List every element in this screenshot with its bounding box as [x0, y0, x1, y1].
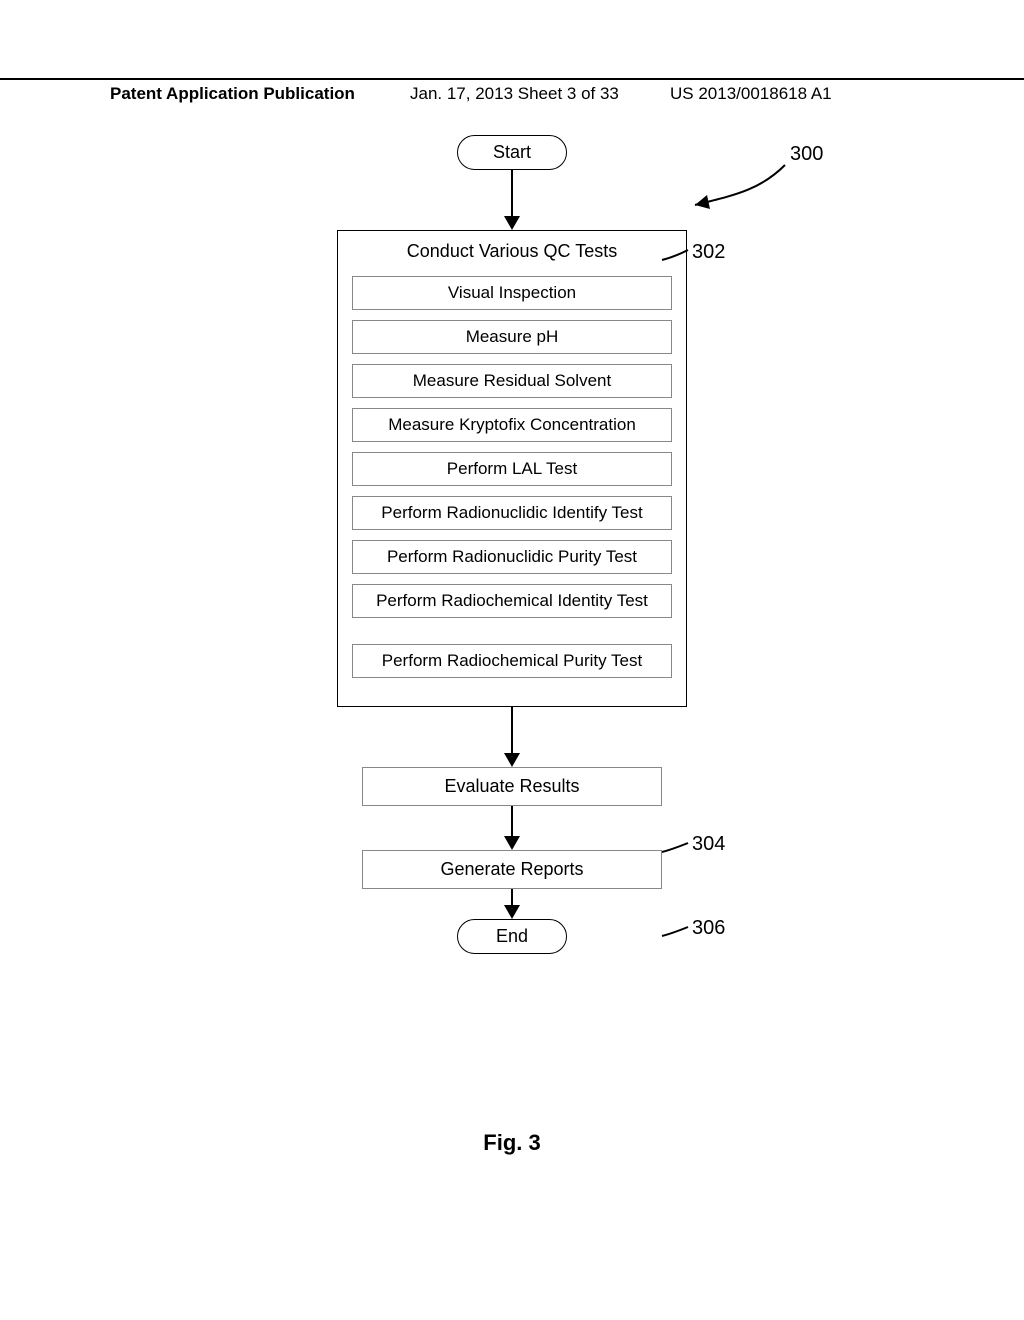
arrow-down-icon — [504, 836, 520, 850]
arrow-down-icon — [504, 905, 520, 919]
page-header: Patent Application Publication Jan. 17, … — [0, 78, 1024, 104]
qc-step: Perform Radiochemical Identity Test — [352, 584, 672, 618]
header-pubno: US 2013/0018618 A1 — [670, 84, 870, 104]
ref-306: 306 — [692, 917, 725, 940]
arrow-stem — [511, 170, 513, 216]
qc-tests-block: Conduct Various QC Tests Visual Inspecti… — [337, 230, 687, 707]
qc-tests-title: Conduct Various QC Tests — [346, 241, 678, 262]
arrow-down-icon — [504, 216, 520, 230]
end-terminal: End — [457, 919, 567, 954]
header-date-sheet: Jan. 17, 2013 Sheet 3 of 33 — [410, 84, 670, 104]
header-publication: Patent Application Publication — [110, 84, 410, 104]
ref-300: 300 — [790, 143, 823, 166]
ref-302: 302 — [692, 241, 725, 264]
qc-step: Perform Radionuclidic Purity Test — [352, 540, 672, 574]
qc-step: Measure pH — [352, 320, 672, 354]
arrow-stem — [511, 707, 513, 753]
qc-step: Perform Radionuclidic Identify Test — [352, 496, 672, 530]
arrow-stem — [511, 889, 513, 905]
evaluate-step: Evaluate Results — [362, 767, 662, 806]
ref-304: 304 — [692, 833, 725, 856]
qc-step: Measure Residual Solvent — [352, 364, 672, 398]
flowchart: Start Conduct Various QC Tests Visual In… — [0, 135, 1024, 954]
report-step: Generate Reports — [362, 850, 662, 889]
arrow-down-icon — [504, 753, 520, 767]
qc-step: Visual Inspection — [352, 276, 672, 310]
arrow-stem — [511, 806, 513, 836]
start-terminal: Start — [457, 135, 567, 170]
figure-label: Fig. 3 — [0, 1130, 1024, 1156]
qc-step: Perform Radiochemical Purity Test — [352, 644, 672, 678]
qc-step: Perform LAL Test — [352, 452, 672, 486]
qc-step: Measure Kryptofix Concentration — [352, 408, 672, 442]
